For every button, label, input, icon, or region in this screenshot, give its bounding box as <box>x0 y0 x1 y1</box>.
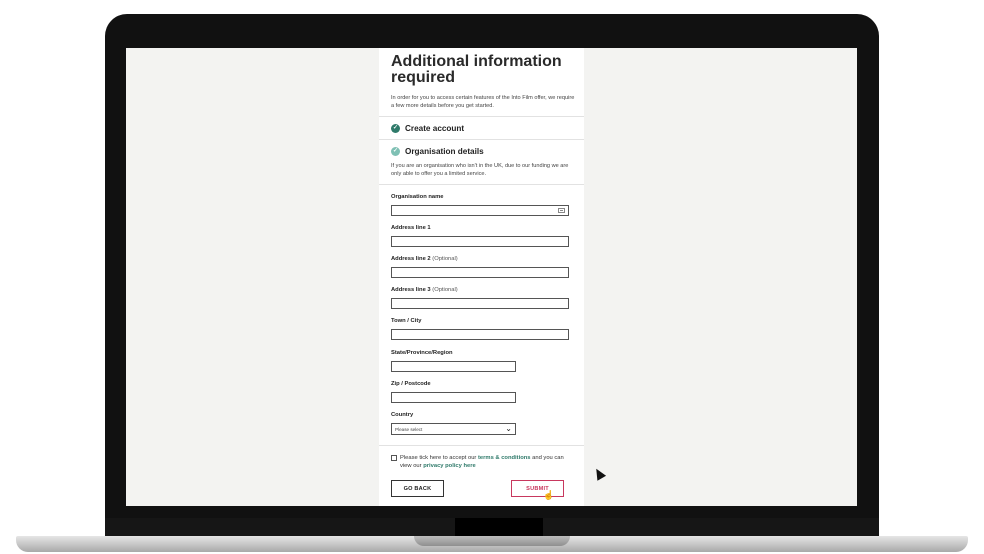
go-back-button[interactable]: GO BACK <box>391 480 444 497</box>
check-circle-icon: ✓ <box>391 123 400 133</box>
zip-postcode-label: Zip / Postcode <box>391 381 431 387</box>
optional-tag: (Optional) <box>432 256 458 262</box>
country-label: Country <box>391 412 414 418</box>
organisation-name-input[interactable] <box>391 205 569 216</box>
country-select-value: Please select <box>395 426 423 432</box>
address-line-2-label-text: Address line 2 <box>391 256 431 262</box>
check-circle-icon: ✓ <box>391 146 400 156</box>
divider <box>379 445 584 446</box>
step-label: Organisation details <box>405 146 484 156</box>
address-line-2-input[interactable] <box>391 267 569 278</box>
address-line-1-input[interactable] <box>391 236 569 247</box>
town-city-label: Town / City <box>391 318 422 324</box>
privacy-policy-link[interactable]: privacy policy here <box>423 463 476 469</box>
optional-tag: (Optional) <box>432 287 458 293</box>
address-line-3-label-text: Address line 3 <box>391 287 431 293</box>
intro-text: In order for you to access certain featu… <box>391 95 575 109</box>
registration-panel: Additional information required In order… <box>379 48 584 506</box>
divider <box>379 184 584 185</box>
address-line-3-label: Address line 3 (Optional) <box>391 287 458 293</box>
terms-link[interactable]: terms & conditions <box>478 455 531 461</box>
state-region-label: State/Province/Region <box>391 350 453 356</box>
organisation-name-label: Organisation name <box>391 194 444 200</box>
terms-checkbox[interactable] <box>391 455 397 461</box>
address-line-2-label: Address line 2 (Optional) <box>391 256 458 262</box>
screen: Additional information required In order… <box>126 48 857 506</box>
town-city-input[interactable] <box>391 329 569 340</box>
state-region-input[interactable] <box>391 361 516 372</box>
step-label: Create account <box>405 123 465 133</box>
step-create-account: ✓ Create account <box>391 122 464 134</box>
divider <box>379 116 584 117</box>
terms-consent: Please tick here to accept our terms & c… <box>391 454 576 470</box>
address-line-3-input[interactable] <box>391 298 569 309</box>
chevron-down-icon: ⌄ <box>505 424 512 433</box>
zip-postcode-input[interactable] <box>391 392 516 403</box>
organisation-note: If you are an organisation who isn't in … <box>391 163 569 177</box>
address-line-1-label: Address line 1 <box>391 225 431 231</box>
terms-text: Please tick here to accept our terms & c… <box>400 454 576 470</box>
card-icon[interactable] <box>558 208 565 213</box>
terms-prefix: Please tick here to accept our <box>400 455 477 461</box>
laptop-base-groove <box>414 536 570 546</box>
page-title: Additional information required <box>391 53 562 86</box>
hand-pointer-icon: ☝ <box>543 490 555 500</box>
step-organisation-details: ✓ Organisation details <box>391 145 484 157</box>
divider <box>379 139 584 140</box>
country-select[interactable]: Please select ⌄ <box>391 423 516 435</box>
submit-button[interactable]: SUBMIT <box>511 480 564 497</box>
